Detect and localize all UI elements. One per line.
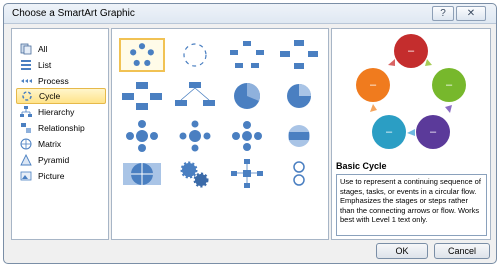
category-label: Cycle	[39, 91, 61, 101]
preview-panel: – – – – – Basic Cycle Use to represent a…	[331, 28, 491, 240]
preview-arrow	[445, 105, 452, 113]
category-label: Relationship	[38, 123, 85, 133]
layout-segmented-cycle[interactable]	[276, 38, 322, 72]
category-picture[interactable]: Picture	[16, 168, 106, 184]
layout-continuous-cycle[interactable]	[172, 79, 218, 113]
layout-basic-cycle[interactable]	[119, 38, 165, 72]
svg-text:–: –	[370, 79, 377, 91]
layout-basic-pie[interactable]	[119, 157, 165, 191]
preview-arrow	[388, 59, 395, 66]
category-hierarchy[interactable]: Hierarchy	[16, 104, 106, 120]
matrix-icon	[20, 138, 32, 150]
layout-radial-venn[interactable]	[224, 119, 270, 153]
category-list-item[interactable]: List	[16, 57, 106, 73]
layout-radial-cycle[interactable]	[276, 79, 322, 113]
layout-diverging-radial[interactable]	[172, 119, 218, 153]
layout-nondirectional-cycle[interactable]	[119, 79, 165, 113]
category-process[interactable]: Process	[16, 73, 106, 89]
basic-cycle-preview: – – – – –	[356, 34, 466, 149]
picture-icon	[20, 170, 32, 182]
preview-arrow	[370, 104, 377, 112]
list-icon	[20, 59, 32, 71]
title-bar: Choose a SmartArt Graphic ? ✕	[4, 4, 496, 24]
category-label: Pyramid	[38, 155, 70, 165]
layout-gear[interactable]	[172, 157, 218, 191]
layout-radial-cluster[interactable]	[224, 157, 270, 191]
svg-text:–: –	[446, 79, 453, 91]
preview-arrow	[407, 129, 415, 136]
layout-cycle-arrows[interactable]	[276, 157, 322, 191]
layout-basic-radial[interactable]	[119, 119, 165, 153]
category-label: Picture	[38, 171, 65, 181]
cancel-button[interactable]: Cancel	[434, 243, 490, 259]
layout-gallery	[111, 28, 329, 240]
category-label: Matrix	[38, 139, 62, 149]
category-label: Hierarchy	[38, 107, 75, 117]
category-pyramid[interactable]: Pyramid	[16, 152, 106, 168]
svg-text:–: –	[386, 126, 393, 138]
layout-multidirectional-cycle[interactable]	[224, 79, 270, 113]
layout-cycle-matrix[interactable]	[276, 119, 322, 153]
smartart-dialog: Choose a SmartArt Graphic ? ✕ All List P…	[3, 3, 497, 264]
layout-text-cycle[interactable]	[172, 38, 218, 72]
preview-arrow	[425, 59, 432, 66]
ok-button[interactable]: OK	[376, 243, 428, 259]
category-relationship[interactable]: Relationship	[16, 120, 106, 136]
category-label: List	[38, 60, 52, 70]
category-label: Process	[38, 76, 69, 86]
relationship-icon	[20, 122, 32, 134]
preview-title: Basic Cycle	[336, 161, 387, 171]
close-button[interactable]: ✕	[456, 6, 486, 21]
preview-description: Use to represent a continuing sequence o…	[336, 174, 487, 236]
category-list: All List Process Cycle Hierarchy Relatio…	[11, 28, 109, 240]
svg-text:–: –	[408, 45, 415, 57]
layout-block-cycle[interactable]	[224, 38, 270, 72]
category-cycle[interactable]: Cycle	[16, 88, 106, 104]
svg-text:–: –	[430, 126, 437, 138]
category-matrix[interactable]: Matrix	[16, 136, 106, 152]
category-all[interactable]: All	[16, 41, 106, 57]
hierarchy-icon	[20, 106, 32, 118]
pyramid-icon	[20, 154, 32, 166]
dialog-title: Choose a SmartArt Graphic	[12, 8, 135, 19]
all-icon	[20, 43, 32, 55]
cycle-icon	[21, 90, 33, 102]
category-label: All	[38, 44, 48, 54]
help-button[interactable]: ?	[432, 6, 454, 21]
process-icon	[20, 75, 32, 87]
